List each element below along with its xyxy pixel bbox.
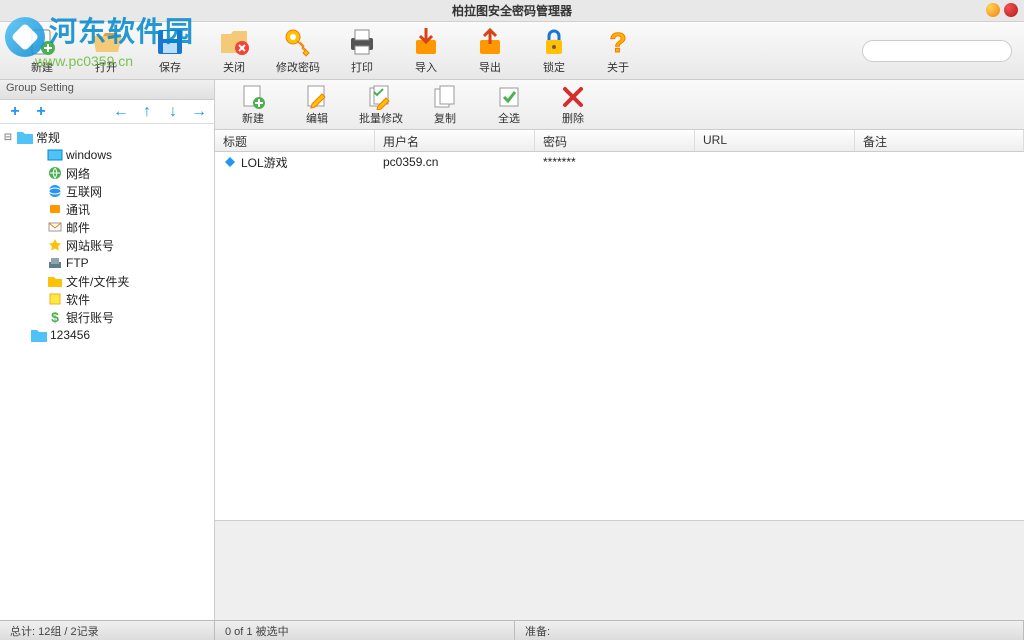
svg-text:?: ? — [609, 27, 626, 58]
import-icon — [410, 26, 442, 58]
tree-extra-group[interactable]: 123456 — [2, 326, 212, 344]
copy-icon — [432, 84, 458, 110]
question-icon: ? — [602, 26, 634, 58]
search-input[interactable] — [871, 45, 1013, 57]
svg-text:$: $ — [51, 310, 59, 324]
add-subgroup-button[interactable]: + — [32, 103, 50, 121]
statusbar: 总计: 12组 / 2记录 0 of 1 被选中 准备: — [0, 620, 1024, 640]
tree-item-icon — [47, 273, 63, 289]
tree-root[interactable]: ⊟ 常规 — [2, 128, 212, 146]
change-password-button[interactable]: 修改密码 — [266, 25, 330, 77]
sub-toolbar: 新建 编辑 批量修改 复制 全选 删除 — [215, 80, 1024, 130]
col-user[interactable]: 用户名 — [375, 130, 535, 151]
sidebar-nav: + + ← ↑ ↓ → — [0, 100, 214, 124]
batch-edit-icon — [368, 84, 394, 110]
col-pass[interactable]: 密码 — [535, 130, 695, 151]
tree-item[interactable]: FTP — [2, 254, 212, 272]
edit-icon — [304, 84, 330, 110]
close-button[interactable]: 关闭 — [202, 25, 266, 77]
group-tree: ⊟ 常规 windows网络互联网通讯邮件网站账号FTP文件/文件夹软件$银行账… — [0, 124, 214, 620]
export-icon — [474, 26, 506, 58]
col-note[interactable]: 备注 — [855, 130, 1024, 151]
tree-item[interactable]: 通讯 — [2, 200, 212, 218]
tree-item-icon: $ — [47, 309, 63, 325]
select-all-icon — [496, 84, 522, 110]
minimize-button[interactable] — [986, 3, 1000, 17]
folder-open-icon — [90, 26, 122, 58]
search-box[interactable] — [862, 40, 1012, 62]
save-button[interactable]: 保存 — [138, 25, 202, 77]
entry-new-button[interactable]: 新建 — [221, 82, 285, 128]
tree-item-icon — [47, 255, 63, 271]
status-total: 总计: 12组 / 2记录 — [0, 621, 215, 640]
tree-item-icon — [47, 201, 63, 217]
titlebar: 柏拉图安全密码管理器 — [0, 0, 1024, 22]
tree-item-icon — [47, 237, 63, 253]
about-button[interactable]: ? 关于 — [586, 25, 650, 77]
sidebar: Group Setting + + ← ↑ ↓ → ⊟ 常规 windows网络… — [0, 80, 215, 620]
status-ready: 准备: — [515, 621, 1024, 640]
nav-up-button[interactable]: ↑ — [138, 103, 156, 121]
folder-icon — [31, 327, 47, 343]
tree-item[interactable]: $银行账号 — [2, 308, 212, 326]
entry-selectall-button[interactable]: 全选 — [477, 82, 541, 128]
print-button[interactable]: 打印 — [330, 25, 394, 77]
tree-item[interactable]: windows — [2, 146, 212, 164]
tree-item[interactable]: 邮件 — [2, 218, 212, 236]
table-body: LOL游戏pc0359.cn******* — [215, 152, 1024, 520]
delete-icon — [560, 84, 586, 110]
collapse-icon[interactable]: ⊟ — [2, 132, 14, 143]
nav-down-button[interactable]: ↓ — [164, 103, 182, 121]
open-button[interactable]: 打开 — [74, 25, 138, 77]
table-row[interactable]: LOL游戏pc0359.cn******* — [215, 152, 1024, 172]
tree-item-icon — [47, 165, 63, 181]
tree-item-icon — [47, 291, 63, 307]
entry-batchedit-button[interactable]: 批量修改 — [349, 82, 413, 128]
tree-item[interactable]: 网站账号 — [2, 236, 212, 254]
sidebar-header: Group Setting — [0, 80, 214, 100]
col-url[interactable]: URL — [695, 130, 855, 151]
col-title[interactable]: 标题 — [215, 130, 375, 151]
main-toolbar: 新建 打开 保存 关闭 修改密码 打印 导入 导出 锁定 ? 关于 — [0, 22, 1024, 80]
entry-table: 标题 用户名 密码 URL 备注 LOL游戏pc0359.cn******* — [215, 130, 1024, 620]
export-button[interactable]: 导出 — [458, 25, 522, 77]
tree-item[interactable]: 文件/文件夹 — [2, 272, 212, 290]
entry-delete-button[interactable]: 删除 — [541, 82, 605, 128]
save-icon — [154, 26, 186, 58]
lock-icon — [538, 26, 570, 58]
entry-copy-button[interactable]: 复制 — [413, 82, 477, 128]
status-selection: 0 of 1 被选中 — [215, 621, 515, 640]
new-entry-icon — [240, 84, 266, 110]
close-window-button[interactable] — [1004, 3, 1018, 17]
main-area: 新建 编辑 批量修改 复制 全选 删除 — [215, 80, 1024, 620]
detail-pane — [215, 520, 1024, 620]
lock-button[interactable]: 锁定 — [522, 25, 586, 77]
folder-close-icon — [218, 26, 250, 58]
key-icon — [282, 26, 314, 58]
new-file-icon — [26, 26, 58, 58]
printer-icon — [346, 26, 378, 58]
tree-item-icon — [47, 219, 63, 235]
new-button[interactable]: 新建 — [10, 25, 74, 77]
tree-item-icon — [47, 147, 63, 163]
tree-item[interactable]: 软件 — [2, 290, 212, 308]
entry-icon — [223, 155, 237, 169]
tree-item[interactable]: 互联网 — [2, 182, 212, 200]
tree-item-icon — [47, 183, 63, 199]
table-header: 标题 用户名 密码 URL 备注 — [215, 130, 1024, 152]
nav-back-button[interactable]: ← — [112, 103, 130, 121]
window-title: 柏拉图安全密码管理器 — [452, 2, 572, 19]
folder-icon — [17, 129, 33, 145]
nav-forward-button[interactable]: → — [190, 103, 208, 121]
entry-edit-button[interactable]: 编辑 — [285, 82, 349, 128]
add-group-button[interactable]: + — [6, 103, 24, 121]
tree-item[interactable]: 网络 — [2, 164, 212, 182]
import-button[interactable]: 导入 — [394, 25, 458, 77]
